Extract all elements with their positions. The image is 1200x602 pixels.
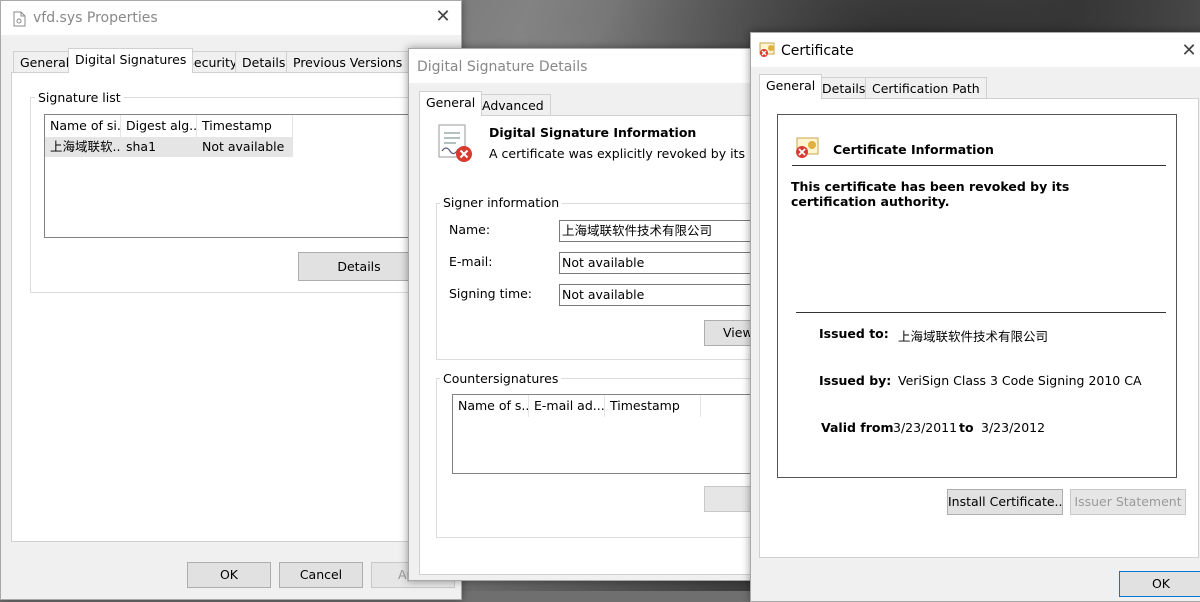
certificate-titlebar: Certificate ✕ [751, 33, 1200, 67]
column-header-timestamp[interactable]: Timestamp [605, 395, 701, 417]
column-header-name[interactable]: Name of si... [45, 115, 121, 137]
signature-info-title: Digital Signature Information [489, 125, 697, 140]
countersignatures-label: Countersignatures [440, 371, 562, 386]
valid-from-value: 3/23/2011 [893, 420, 958, 435]
signature-details-title: Digital Signature Details [417, 59, 588, 75]
revoked-certificate-icon [796, 137, 819, 158]
tab-general[interactable]: General [419, 91, 483, 116]
cancel-button[interactable]: Cancel [279, 562, 363, 588]
column-header-digest[interactable]: Digest alg... [121, 115, 197, 137]
revoked-message: This certificate has been revoked by its… [791, 179, 1070, 209]
tab-details[interactable]: Details [235, 51, 293, 73]
digital-signatures-panel: Signature list Name of si... Digest alg.… [11, 72, 451, 542]
tab-general[interactable]: General [759, 74, 823, 99]
tab-details[interactable]: Details [815, 77, 873, 99]
tab-previous-versions[interactable]: Previous Versions [286, 51, 410, 73]
details-divider [796, 312, 1166, 313]
valid-to-value: 3/23/2012 [981, 420, 1046, 435]
ok-button[interactable]: OK [187, 562, 271, 588]
tab-advanced[interactable]: Advanced [475, 94, 551, 116]
issued-by-label: Issued by: [819, 373, 892, 388]
name-label: Name: [449, 222, 491, 237]
issued-to-label: Issued to: [819, 326, 889, 341]
properties-titlebar: vfd.sys Properties ✕ [1, 1, 461, 35]
valid-to-label: to [959, 420, 974, 435]
email-label: E-mail: [449, 254, 493, 269]
certificate-ok-button[interactable]: OK [1119, 571, 1200, 597]
tab-certification-path[interactable]: Certification Path [865, 77, 987, 99]
row-timestamp-cell: Not available [202, 139, 285, 154]
row-name-cell: 上海域联软... [50, 139, 121, 154]
certificate-info-title: Certificate Information [833, 142, 994, 157]
signature-list-label: Signature list [35, 90, 124, 105]
signing-time-label: Signing time: [449, 286, 533, 301]
signature-list[interactable]: Name of si... Digest alg... Timestamp 上海… [44, 114, 424, 238]
column-header-name[interactable]: Name of s... [453, 395, 529, 417]
issuer-statement-button[interactable]: Issuer Statement [1070, 489, 1186, 515]
column-header-email[interactable]: E-mail ad... [529, 395, 605, 417]
file-icon [13, 11, 26, 27]
certificate-title: Certificate [781, 43, 854, 59]
properties-close-icon[interactable]: ✕ [431, 6, 455, 27]
valid-from-label: Valid from [821, 420, 894, 435]
row-digest-cell: sha1 [126, 139, 157, 154]
certificate-close-icon[interactable]: ✕ [1177, 40, 1200, 61]
certificate-icon [759, 42, 775, 57]
details-button[interactable]: Details [298, 252, 420, 281]
properties-title: vfd.sys Properties [33, 10, 158, 26]
properties-window: vfd.sys Properties ✕ General Digital Sig… [0, 0, 462, 600]
issued-to-value: 上海域联软件技术有限公司 [898, 329, 1049, 344]
signer-information-label: Signer information [440, 195, 563, 210]
issued-by-value: VeriSign Class 3 Code Signing 2010 CA [898, 373, 1142, 388]
install-certificate-button[interactable]: Install Certificate... [947, 489, 1063, 515]
signature-info-text: A certificate was explicitly revoked by … [489, 146, 790, 161]
tab-digital-signatures[interactable]: Digital Signatures [68, 48, 194, 73]
revoked-signature-icon [438, 124, 472, 162]
certificate-general-panel: Certificate Information This certificate… [759, 98, 1199, 558]
column-header-timestamp[interactable]: Timestamp [197, 115, 293, 137]
certificate-window: Certificate ✕ General Details Certificat… [750, 32, 1200, 602]
certificate-info-box: Certificate Information This certificate… [777, 114, 1177, 478]
tab-general[interactable]: General [13, 51, 77, 73]
info-divider [792, 165, 1166, 166]
